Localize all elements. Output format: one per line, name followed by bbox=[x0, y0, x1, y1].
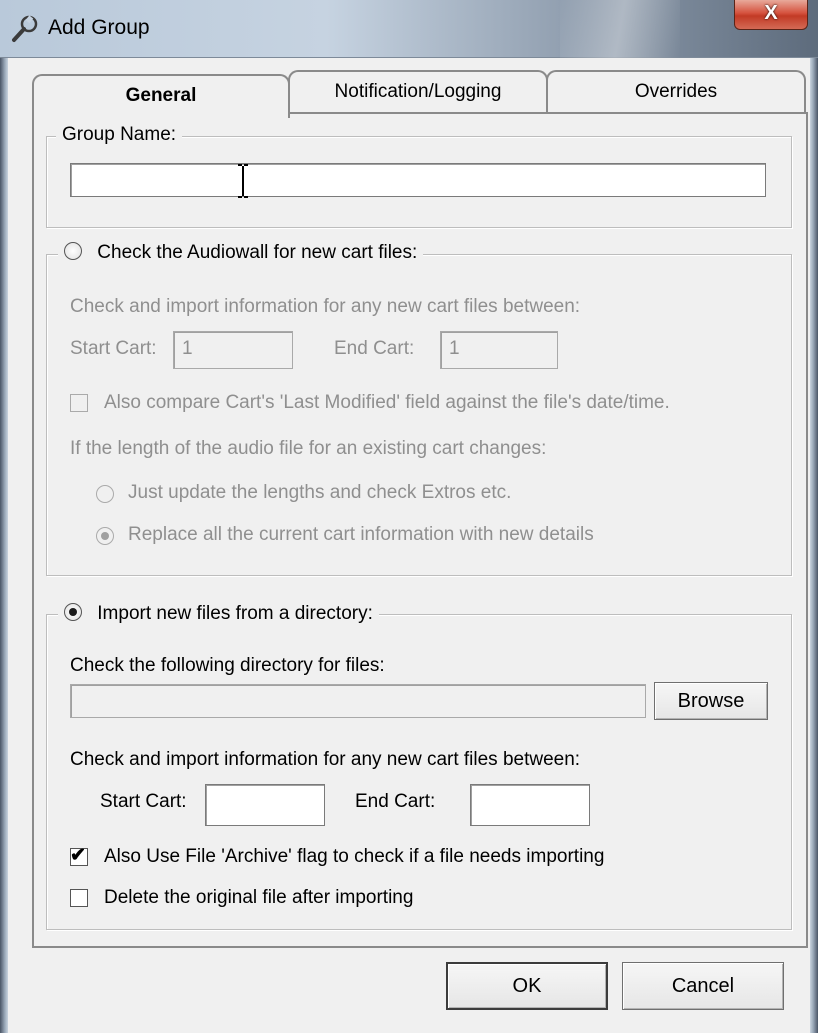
audiowall-compare-checkbox bbox=[70, 394, 88, 412]
option-replace-label: Replace all the current cart information… bbox=[128, 524, 594, 545]
cancel-button[interactable]: Cancel bbox=[622, 962, 784, 1010]
checkmark-icon: ✔ bbox=[70, 845, 86, 866]
directory-radio[interactable] bbox=[64, 603, 82, 621]
option-replace-dot bbox=[101, 532, 109, 540]
archive-flag-checkbox[interactable]: ✔ bbox=[70, 845, 88, 866]
audiowall-start-cart-label: Start Cart: bbox=[70, 338, 157, 359]
option-update-label: Just update the lengths and check Extros… bbox=[128, 482, 512, 503]
audiowall-end-cart-value: 1 bbox=[449, 338, 460, 359]
audiowall-start-cart-input: 1 bbox=[173, 331, 293, 369]
audiowall-compare-label: Also compare Cart's 'Last Modified' fiel… bbox=[104, 392, 670, 413]
window-left-border bbox=[0, 58, 8, 1033]
directory-legend: Import new files from a directory: bbox=[58, 603, 379, 625]
audiowall-between-text: Check and import information for any new… bbox=[70, 296, 581, 317]
tab-general-label: General bbox=[125, 85, 197, 106]
tab-overrides-label: Overrides bbox=[634, 81, 718, 102]
directory-radio-label: Import new files from a directory: bbox=[97, 603, 373, 624]
window-title: Add Group bbox=[48, 16, 150, 39]
directory-start-cart-input[interactable] bbox=[205, 784, 325, 826]
add-group-dialog: Add Group X Notification/Logging Overrid… bbox=[0, 0, 818, 1033]
group-name-legend: Group Name: bbox=[56, 124, 183, 146]
text-cursor-icon bbox=[238, 164, 248, 198]
audiowall-radio-label: Check the Audiowall for new cart files: bbox=[97, 242, 418, 263]
option-replace-radio bbox=[96, 527, 114, 545]
tab-notification-logging-label: Notification/Logging bbox=[334, 81, 502, 102]
archive-flag-label: Also Use File 'Archive' flag to check if… bbox=[104, 846, 605, 867]
tab-notification-logging[interactable]: Notification/Logging bbox=[288, 70, 548, 112]
directory-end-cart-label: End Cart: bbox=[355, 791, 436, 812]
option-update-radio bbox=[96, 485, 114, 503]
audiowall-legend: Check the Audiowall for new cart files: bbox=[58, 242, 424, 264]
audiowall-end-cart-input: 1 bbox=[440, 331, 558, 369]
wrench-icon bbox=[12, 15, 38, 42]
close-button[interactable]: X bbox=[734, 0, 808, 30]
group-name-input[interactable] bbox=[70, 163, 766, 197]
directory-radio-dot bbox=[69, 608, 77, 616]
tab-general[interactable]: General bbox=[32, 74, 290, 118]
title-bar[interactable]: Add Group X bbox=[0, 0, 818, 58]
tab-overrides[interactable]: Overrides bbox=[546, 70, 806, 112]
audiowall-start-cart-value: 1 bbox=[182, 338, 193, 359]
browse-button[interactable]: Browse bbox=[654, 682, 768, 720]
directory-path-input[interactable] bbox=[70, 684, 646, 718]
audiowall-length-change-text: If the length of the audio file for an e… bbox=[70, 438, 547, 459]
directory-between-text: Check and import information for any new… bbox=[70, 749, 581, 770]
check-directory-text: Check the following directory for files: bbox=[70, 655, 385, 676]
audiowall-radio[interactable] bbox=[64, 242, 82, 260]
directory-end-cart-input[interactable] bbox=[470, 784, 590, 826]
title-bar-gloss bbox=[560, 0, 680, 58]
directory-start-cart-label: Start Cart: bbox=[100, 791, 187, 812]
delete-original-checkbox[interactable] bbox=[70, 889, 88, 907]
delete-original-label: Delete the original file after importing bbox=[104, 887, 414, 908]
ok-button[interactable]: OK bbox=[446, 962, 608, 1010]
window-right-border bbox=[810, 58, 818, 1033]
audiowall-end-cart-label: End Cart: bbox=[334, 338, 415, 359]
